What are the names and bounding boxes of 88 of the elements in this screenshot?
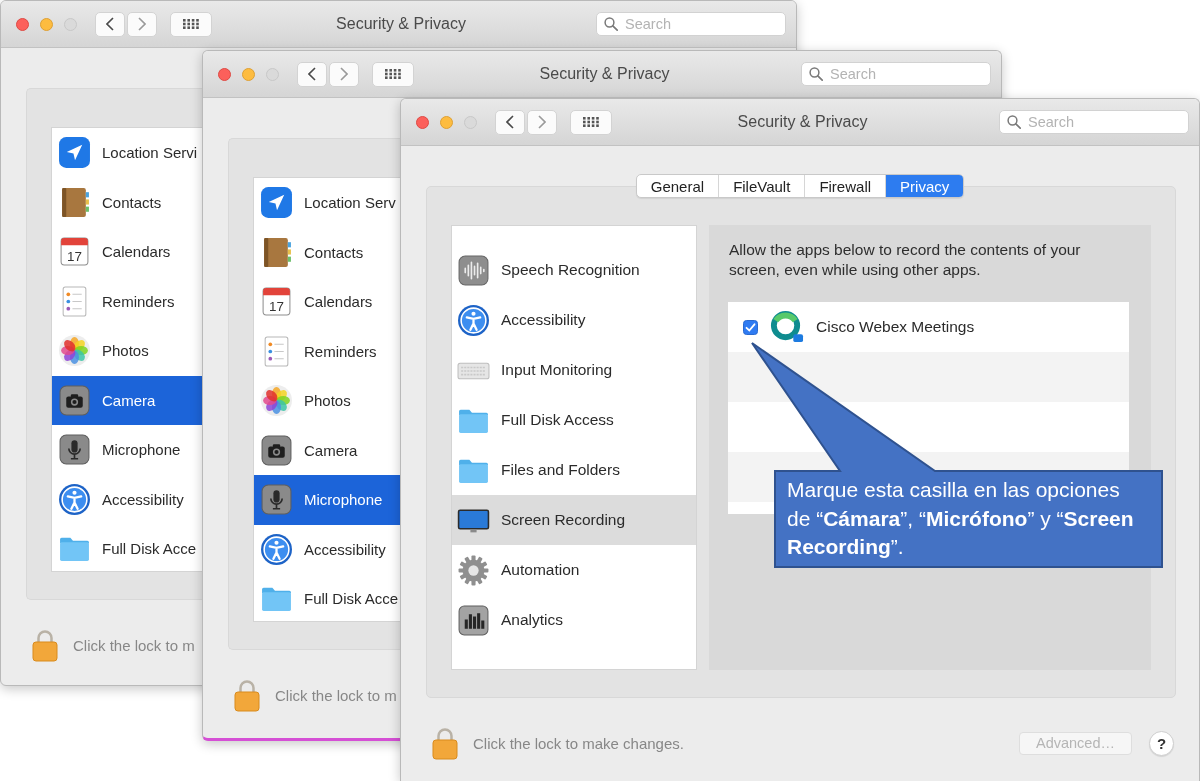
minimize-button[interactable] <box>440 115 453 129</box>
show-all-button[interactable] <box>170 11 212 37</box>
camera-icon <box>58 383 91 417</box>
window-title: Security & Privacy <box>737 113 868 131</box>
window-title: Security & Privacy <box>336 15 466 33</box>
app-name: Cisco Webex Meetings <box>816 318 975 336</box>
privacy-list-item[interactable]: Camera <box>52 375 204 425</box>
privacy-list-item[interactable]: Photos <box>52 326 204 376</box>
privacy-list-item[interactable]: Analytics <box>452 595 696 645</box>
ring-icon <box>769 309 804 345</box>
privacy-list-item[interactable]: Full Disk Acce <box>52 524 204 571</box>
waveform-icon <box>457 253 490 287</box>
lock-hint-text: Click the lock to m <box>275 686 397 704</box>
chevron-left-icon <box>106 17 114 31</box>
privacy-list-item[interactable]: Accessibility <box>52 474 204 524</box>
close-button[interactable] <box>16 17 29 31</box>
minimize-button[interactable] <box>40 17 53 31</box>
forward-button[interactable] <box>329 61 359 87</box>
lock-hint-text: Click the lock to m <box>73 636 195 654</box>
help-button[interactable]: ? <box>1149 730 1174 756</box>
privacy-list-item[interactable]: Automation <box>452 545 696 595</box>
chevron-left-icon <box>308 67 316 81</box>
zoom-button[interactable] <box>266 67 279 81</box>
accessibility-icon <box>58 482 91 516</box>
chevron-right-icon <box>138 17 146 31</box>
window-title: Security & Privacy <box>539 65 670 83</box>
privacy-list-item[interactable]: Full Disk Access <box>452 395 696 445</box>
back-button[interactable] <box>495 109 525 135</box>
privacy-list-item[interactable]: Reminders <box>254 326 402 376</box>
microphone-icon <box>58 433 91 467</box>
search-icon <box>1007 115 1021 129</box>
close-button[interactable] <box>218 67 231 81</box>
back-button[interactable] <box>297 61 327 87</box>
bar-chart-icon <box>457 603 490 637</box>
accessibility-icon <box>457 303 490 337</box>
privacy-list-item[interactable]: 17 Calendars <box>254 277 402 327</box>
forward-button[interactable] <box>527 109 557 135</box>
microphone-icon <box>260 483 293 517</box>
chevron-right-icon <box>340 67 348 81</box>
accessibility-icon <box>260 532 293 566</box>
flower-icon <box>260 384 293 418</box>
show-all-button[interactable] <box>570 109 612 135</box>
privacy-list-item[interactable]: Contacts <box>52 177 204 227</box>
privacy-list-item[interactable]: Camera <box>254 425 402 475</box>
tab[interactable]: General <box>636 175 719 197</box>
privacy-list-item[interactable]: Reminders <box>52 276 204 326</box>
lock-icon[interactable] <box>234 678 260 712</box>
chevron-right-icon <box>538 115 546 129</box>
privacy-list-item[interactable]: Accessibility <box>254 524 402 574</box>
privacy-list-item[interactable]: Input Monitoring <box>452 345 696 395</box>
grid-icon <box>385 69 401 79</box>
tab[interactable]: Privacy <box>885 175 964 197</box>
camera-icon <box>260 433 293 467</box>
privacy-list-item[interactable]: Microphone <box>254 475 402 525</box>
forward-button[interactable] <box>127 11 157 37</box>
privacy-list-item[interactable]: Location Servi <box>52 128 204 178</box>
lock-icon[interactable] <box>432 726 458 760</box>
search-icon <box>604 17 618 31</box>
tab[interactable]: FileVault <box>718 175 805 197</box>
privacy-list-item[interactable]: Speech Recognition <box>452 245 696 295</box>
chevron-left-icon <box>506 115 514 129</box>
privacy-list-item[interactable]: Contacts <box>254 227 402 277</box>
flower-icon <box>58 334 91 368</box>
back-button[interactable] <box>95 11 125 37</box>
minimize-button[interactable] <box>242 67 255 81</box>
grid-icon <box>583 117 599 127</box>
checkbox[interactable] <box>743 319 758 335</box>
privacy-list-item[interactable]: Screen Recording <box>452 495 696 545</box>
calendar-icon: 17 <box>58 235 91 269</box>
privacy-list-item[interactable]: Photos <box>254 376 402 426</box>
zoom-button[interactable] <box>64 17 77 31</box>
privacy-list-item[interactable]: Microphone <box>52 425 204 475</box>
callout-text: Marque esta casilla en las opciones de “Cámara”, “Micrófono” y “Screen Recording”. <box>786 477 1135 560</box>
lock-hint-text: Click the lock to make changes. <box>473 734 684 752</box>
privacy-list-item[interactable]: Full Disk Acce <box>254 574 402 621</box>
description-text: Allow the apps below to record the contents of your screen, even while using other apps. <box>729 240 1082 280</box>
privacy-list-item[interactable]: Accessibility <box>452 295 696 345</box>
privacy-list-item[interactable]: Files and Folders <box>452 445 696 495</box>
calendar-icon: 17 <box>260 285 293 319</box>
grid-icon <box>183 19 199 29</box>
gear-icon <box>457 553 490 587</box>
privacy-list-item[interactable]: Location Serv <box>254 178 402 228</box>
show-all-button[interactable] <box>372 61 414 87</box>
close-button[interactable] <box>416 115 429 129</box>
privacy-list-item[interactable]: 17 Calendars <box>52 227 204 277</box>
zoom-button[interactable] <box>464 115 477 129</box>
search-icon <box>809 67 823 81</box>
lock-icon[interactable] <box>32 628 58 662</box>
